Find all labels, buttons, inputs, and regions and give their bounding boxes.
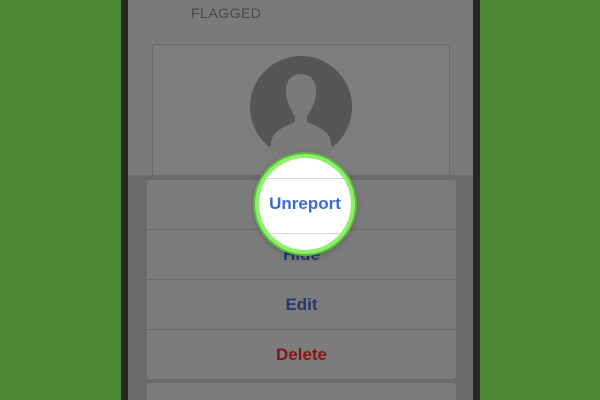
- cancel-button[interactable]: [147, 383, 456, 400]
- divider: [259, 233, 351, 234]
- highlight-label: Unreport: [269, 194, 341, 213]
- person-silhouette-icon: [250, 56, 352, 158]
- flagged-label: FLAGGED: [191, 5, 262, 21]
- unreport-highlight-callout[interactable]: Unreport: [255, 154, 355, 254]
- divider: [259, 178, 351, 179]
- edit-button[interactable]: Edit: [147, 280, 456, 330]
- delete-button[interactable]: Delete: [147, 330, 456, 379]
- dimmed-content: FLAGGED: [128, 0, 473, 186]
